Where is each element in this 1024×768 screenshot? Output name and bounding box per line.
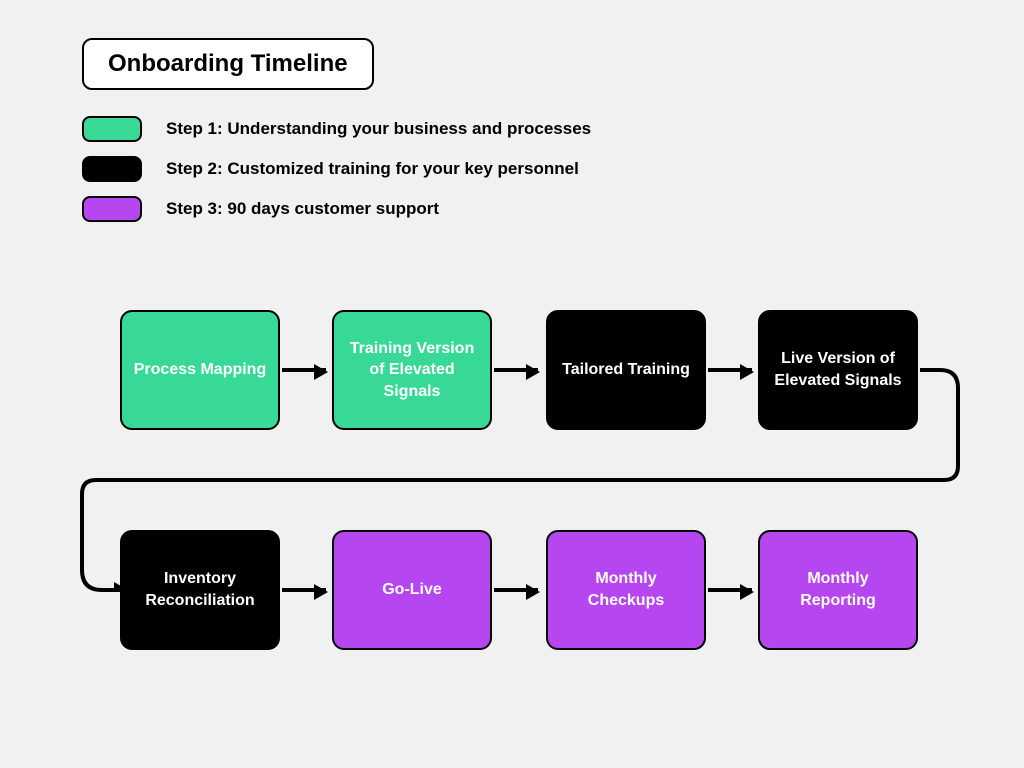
legend-label-step1: Step 1: Understanding your business and … — [166, 119, 591, 139]
legend-label-step2: Step 2: Customized training for your key… — [166, 159, 579, 179]
legend: Step 1: Understanding your business and … — [82, 116, 591, 236]
flow-box-training-version: Training Version of Elevated Signals — [332, 310, 492, 430]
swatch-black — [82, 156, 142, 182]
arrow-icon — [282, 588, 326, 592]
legend-item-step2: Step 2: Customized training for your key… — [82, 156, 591, 182]
flow-box-tailored-training: Tailored Training — [546, 310, 706, 430]
arrow-icon — [494, 588, 538, 592]
flow-box-live-version: Live Version of Elevated Signals — [758, 310, 918, 430]
legend-item-step1: Step 1: Understanding your business and … — [82, 116, 591, 142]
page-title: Onboarding Timeline — [82, 38, 374, 90]
swatch-purple — [82, 196, 142, 222]
flow-box-process-mapping: Process Mapping — [120, 310, 280, 430]
flow-box-monthly-reporting: Monthly Reporting — [758, 530, 918, 650]
flow-box-go-live: Go-Live — [332, 530, 492, 650]
flow-box-inventory-reconciliation: Inventory Reconciliation — [120, 530, 280, 650]
flow-box-monthly-checkups: Monthly Checkups — [546, 530, 706, 650]
arrow-icon — [494, 368, 538, 372]
swatch-green — [82, 116, 142, 142]
arrow-icon — [282, 368, 326, 372]
arrow-icon — [708, 588, 752, 592]
arrow-icon — [708, 368, 752, 372]
legend-label-step3: Step 3: 90 days customer support — [166, 199, 439, 219]
legend-item-step3: Step 3: 90 days customer support — [82, 196, 591, 222]
